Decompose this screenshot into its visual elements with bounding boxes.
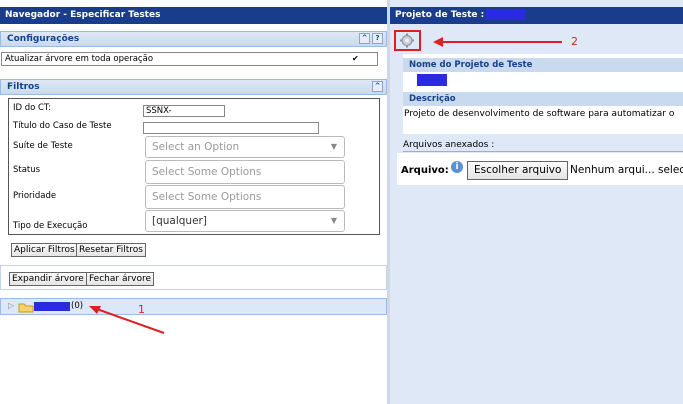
tipo-execucao-value: [qualquer] xyxy=(152,215,207,227)
filtros-header[interactable]: Filtros ^ xyxy=(0,79,387,95)
status-label: Status xyxy=(13,165,41,175)
attachments-label: Arquivos anexados : xyxy=(403,140,495,150)
chevron-down-icon: ▼ xyxy=(330,216,337,225)
navigator-title: Navegador - Especificar Testes xyxy=(0,7,387,24)
pane-divider[interactable] xyxy=(387,0,390,404)
prioridade-label: Prioridade xyxy=(13,191,57,201)
panel-empty-area xyxy=(390,188,683,404)
annotation-label-1: 1 xyxy=(138,303,145,316)
info-icon[interactable]: i xyxy=(451,161,463,173)
prioridade-multiselect-placeholder: Select Some Options xyxy=(152,191,262,203)
folder-icon xyxy=(18,303,34,313)
tipo-execucao-select[interactable]: [qualquer] ▼ xyxy=(145,210,345,232)
tree-root-node[interactable]: ▷ (0) xyxy=(0,298,387,315)
project-name-header: Nome do Projeto de Teste xyxy=(403,58,683,72)
suite-select[interactable]: Select an Option ▼ xyxy=(145,136,345,158)
prioridade-multiselect[interactable]: Select Some Options xyxy=(145,185,345,209)
choose-file-button[interactable]: Escolher arquivo xyxy=(467,161,569,180)
collapse-tree-button[interactable]: Fechar árvore xyxy=(86,272,155,286)
filtros-header-label: Filtros xyxy=(7,82,40,92)
reset-filters-button[interactable]: Resetar Filtros xyxy=(76,243,146,257)
project-title: Projeto de Teste : xyxy=(395,10,485,20)
suite-label: Suíte de Teste xyxy=(13,141,73,151)
annotation-arrow-2 xyxy=(433,37,562,47)
status-multiselect[interactable]: Select Some Options xyxy=(145,160,345,184)
annotation-label-2: 2 xyxy=(571,35,578,48)
description-text: Projeto de desenvolvimento de software p… xyxy=(404,109,675,119)
expand-arrow-icon[interactable]: ▷ xyxy=(8,301,14,310)
update-tree-checkbox[interactable]: ✔ xyxy=(352,53,359,65)
collapse-icon[interactable]: ^ xyxy=(372,81,383,92)
titulo-label: Título do Caso de Teste xyxy=(13,121,112,131)
redacted-project-name xyxy=(417,74,447,86)
apply-filters-button[interactable]: Aplicar Filtros xyxy=(11,243,78,257)
suite-select-value: Select an Option xyxy=(152,141,240,153)
collapse-icon[interactable]: ^ xyxy=(359,33,370,44)
configuracoes-header-label: Configurações xyxy=(7,34,80,44)
titulo-input[interactable] xyxy=(143,122,319,134)
right-project-panel: Projeto de Teste : 2 Nome do Projeto de … xyxy=(390,0,683,404)
expand-tree-button[interactable]: Expandir árvore xyxy=(9,272,87,286)
filters-form: ID do CT: SSNX- Título do Caso de Teste … xyxy=(8,98,380,235)
arquivo-label: Arquivo: xyxy=(401,165,449,176)
id-label: ID do CT: xyxy=(13,103,52,113)
help-icon[interactable]: ? xyxy=(372,33,383,44)
attachments-header: Arquivos anexados : xyxy=(403,140,683,152)
update-tree-option-row: Atualizar árvore em toda operação ✔ xyxy=(1,52,378,66)
chevron-down-icon: ▼ xyxy=(330,142,337,151)
no-file-selected-text: Nenhum arqui... selec xyxy=(570,164,683,176)
gear-icon[interactable] xyxy=(399,33,415,48)
redacted-project-name xyxy=(34,302,70,311)
configuracoes-header[interactable]: Configurações ^ ? xyxy=(0,31,387,47)
redacted-project-title xyxy=(486,9,526,20)
annotation-arrow-1 xyxy=(89,306,165,334)
left-navigator-panel: Navegador - Especificar Testes Configura… xyxy=(0,0,388,404)
project-title-bar: Projeto de Teste : xyxy=(390,7,683,24)
update-tree-option-label: Atualizar árvore em toda operação xyxy=(5,54,154,64)
id-input[interactable]: SSNX- xyxy=(143,105,225,117)
status-multiselect-placeholder: Select Some Options xyxy=(152,166,262,178)
description-header: Descrição xyxy=(403,92,683,106)
tipo-execucao-label: Tipo de Execução xyxy=(13,221,88,231)
